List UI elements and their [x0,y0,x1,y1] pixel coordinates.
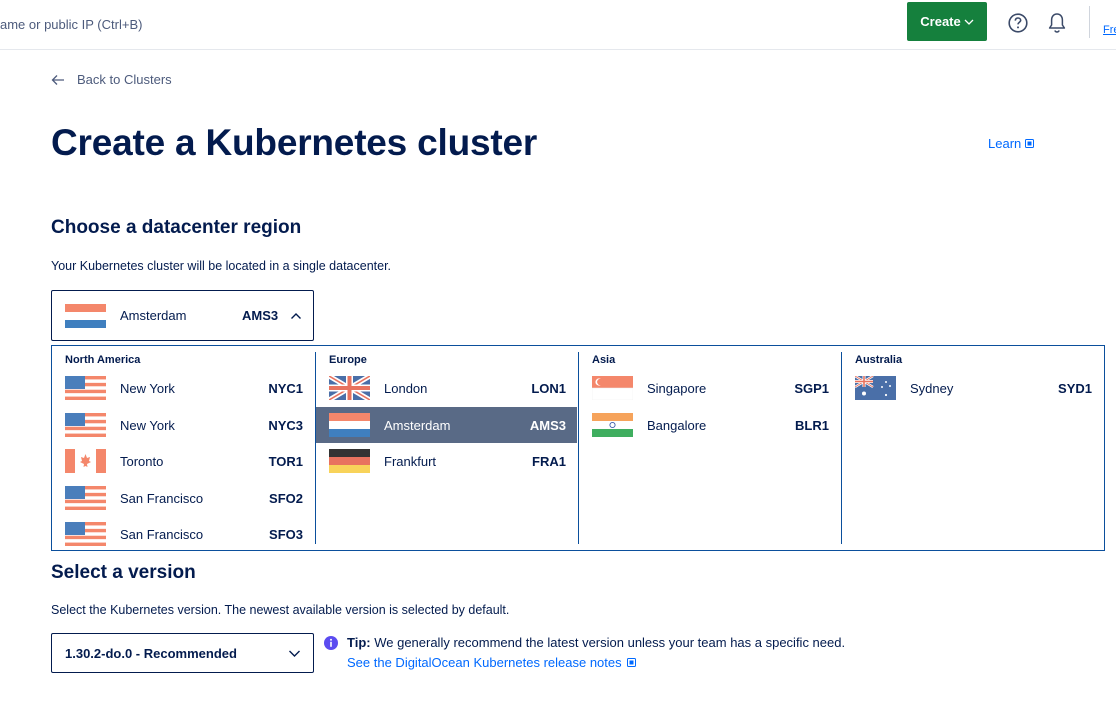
region-dropdown-panel: North America New York NYC1 New York NYC3 Tor… [51,345,1105,551]
region-group-header: North America [65,354,141,366]
topbar-link[interactable]: Fre [1103,24,1116,36]
arrow-left-icon [51,74,64,85]
region-code: SFO3 [269,527,303,542]
topbar-divider [1089,6,1090,38]
region-group-asia: Asia Singapore SGP1 Bangalore BLR1 [579,352,840,544]
region-option-ams3[interactable]: Amsterdam AMS3 [316,406,577,443]
region-option-nyc3[interactable]: New York NYC3 [52,407,314,443]
region-option-sfo3[interactable]: San Francisco SFO3 [52,516,314,552]
region-code: LON1 [531,381,566,396]
region-name: Toronto [120,454,164,469]
flag-us-icon [65,522,106,546]
chevron-up-icon [291,313,301,319]
region-group-australia: Australia Sydney SYD1 [842,352,1103,544]
region-option-nyc1[interactable]: New York NYC1 [52,370,314,406]
region-group-header: Europe [329,354,367,366]
region-code: SYD1 [1058,381,1092,396]
region-name: Sydney [910,381,954,396]
region-option-tor1[interactable]: Toronto TOR1 [52,443,314,479]
flag-uk-icon [329,376,370,400]
external-link-icon [626,658,636,667]
region-group-header: Asia [592,354,616,366]
region-section-title: Choose a datacenter region [51,217,302,238]
release-notes-link-label: See the DigitalOcean Kubernetes release … [347,655,622,670]
flag-ca-icon [65,449,106,473]
bell-icon[interactable] [1046,11,1068,35]
region-group-north-america: North America New York NYC1 New York NYC3 Tor… [52,352,314,546]
version-select-value: 1.30.2-do.0 - Recommended [65,646,237,661]
region-option-fra1[interactable]: Frankfurt FRA1 [316,443,577,479]
create-button[interactable]: Create [907,2,987,41]
flag-sg-icon [592,376,633,400]
region-name: San Francisco [120,527,204,542]
tip-text: Tip: We generally recommend the latest v… [347,635,845,650]
region-option-syd1[interactable]: Sydney SYD1 [842,370,1103,406]
flag-nl-icon [329,412,370,437]
region-code: SFO2 [269,490,303,506]
flag-nl-icon [65,304,106,328]
tip-label: Tip: [347,635,371,650]
region-option-sgp1[interactable]: Singapore SGP1 [579,370,840,406]
region-code: TOR1 [268,454,303,469]
back-to-clusters-link[interactable]: Back to Clusters [51,72,172,87]
create-button-label: Create [920,14,961,29]
flag-us-icon [65,485,106,510]
region-option-blr1[interactable]: Bangalore BLR1 [579,407,840,443]
region-name: Frankfurt [384,454,437,469]
region-name: New York [120,381,175,396]
flag-us-icon [65,412,106,437]
flag-au-icon [855,376,896,400]
region-code: NYC1 [268,381,303,396]
search-input[interactable]: ame or public IP (Ctrl+B) [0,17,142,32]
learn-link[interactable]: Learn [988,136,1035,151]
back-link-label: Back to Clusters [77,72,172,87]
region-option-sfo2[interactable]: San Francisco SFO2 [52,480,314,516]
flag-us-icon [65,376,106,400]
region-group-header: Australia [855,354,903,366]
selected-region-name: Amsterdam [120,308,187,323]
region-select[interactable]: Amsterdam AMS3 [51,290,314,341]
region-code: FRA1 [532,454,566,469]
version-section-description: Select the Kubernetes version. The newes… [51,603,510,617]
info-icon [324,636,338,650]
external-link-icon [1025,139,1035,148]
region-option-lon1[interactable]: London LON1 [316,370,577,406]
region-name: Singapore [647,381,707,396]
region-code: NYC3 [268,417,303,433]
page-title: Create a Kubernetes cluster [51,122,538,163]
chevron-down-icon [964,19,974,25]
region-section-description: Your Kubernetes cluster will be located … [51,259,392,273]
region-name: London [384,381,428,396]
chevron-down-icon [289,650,300,657]
region-name: Amsterdam [384,417,451,433]
release-notes-link[interactable]: See the DigitalOcean Kubernetes release … [347,655,636,670]
tip-message: We generally recommend the latest versio… [370,635,846,650]
version-section-title: Select a version [51,562,196,583]
learn-link-label: Learn [988,136,1022,151]
region-code: AMS3 [529,417,566,433]
region-name: New York [120,417,175,433]
selected-region-code: AMS3 [242,308,279,323]
region-code: SGP1 [794,381,829,396]
region-name: San Francisco [120,490,204,506]
flag-in-icon [592,412,633,437]
region-name: Bangalore [647,417,707,433]
version-select[interactable]: 1.30.2-do.0 - Recommended [51,633,314,673]
region-group-europe: Europe London LON1 Amsterdam AMS3 Frankfurt FR… [316,352,577,544]
flag-de-icon [329,449,370,473]
top-bar: ame or public IP (Ctrl+B) Create Fre [0,0,1116,50]
help-icon[interactable] [1007,12,1029,34]
region-code: BLR1 [795,417,829,433]
